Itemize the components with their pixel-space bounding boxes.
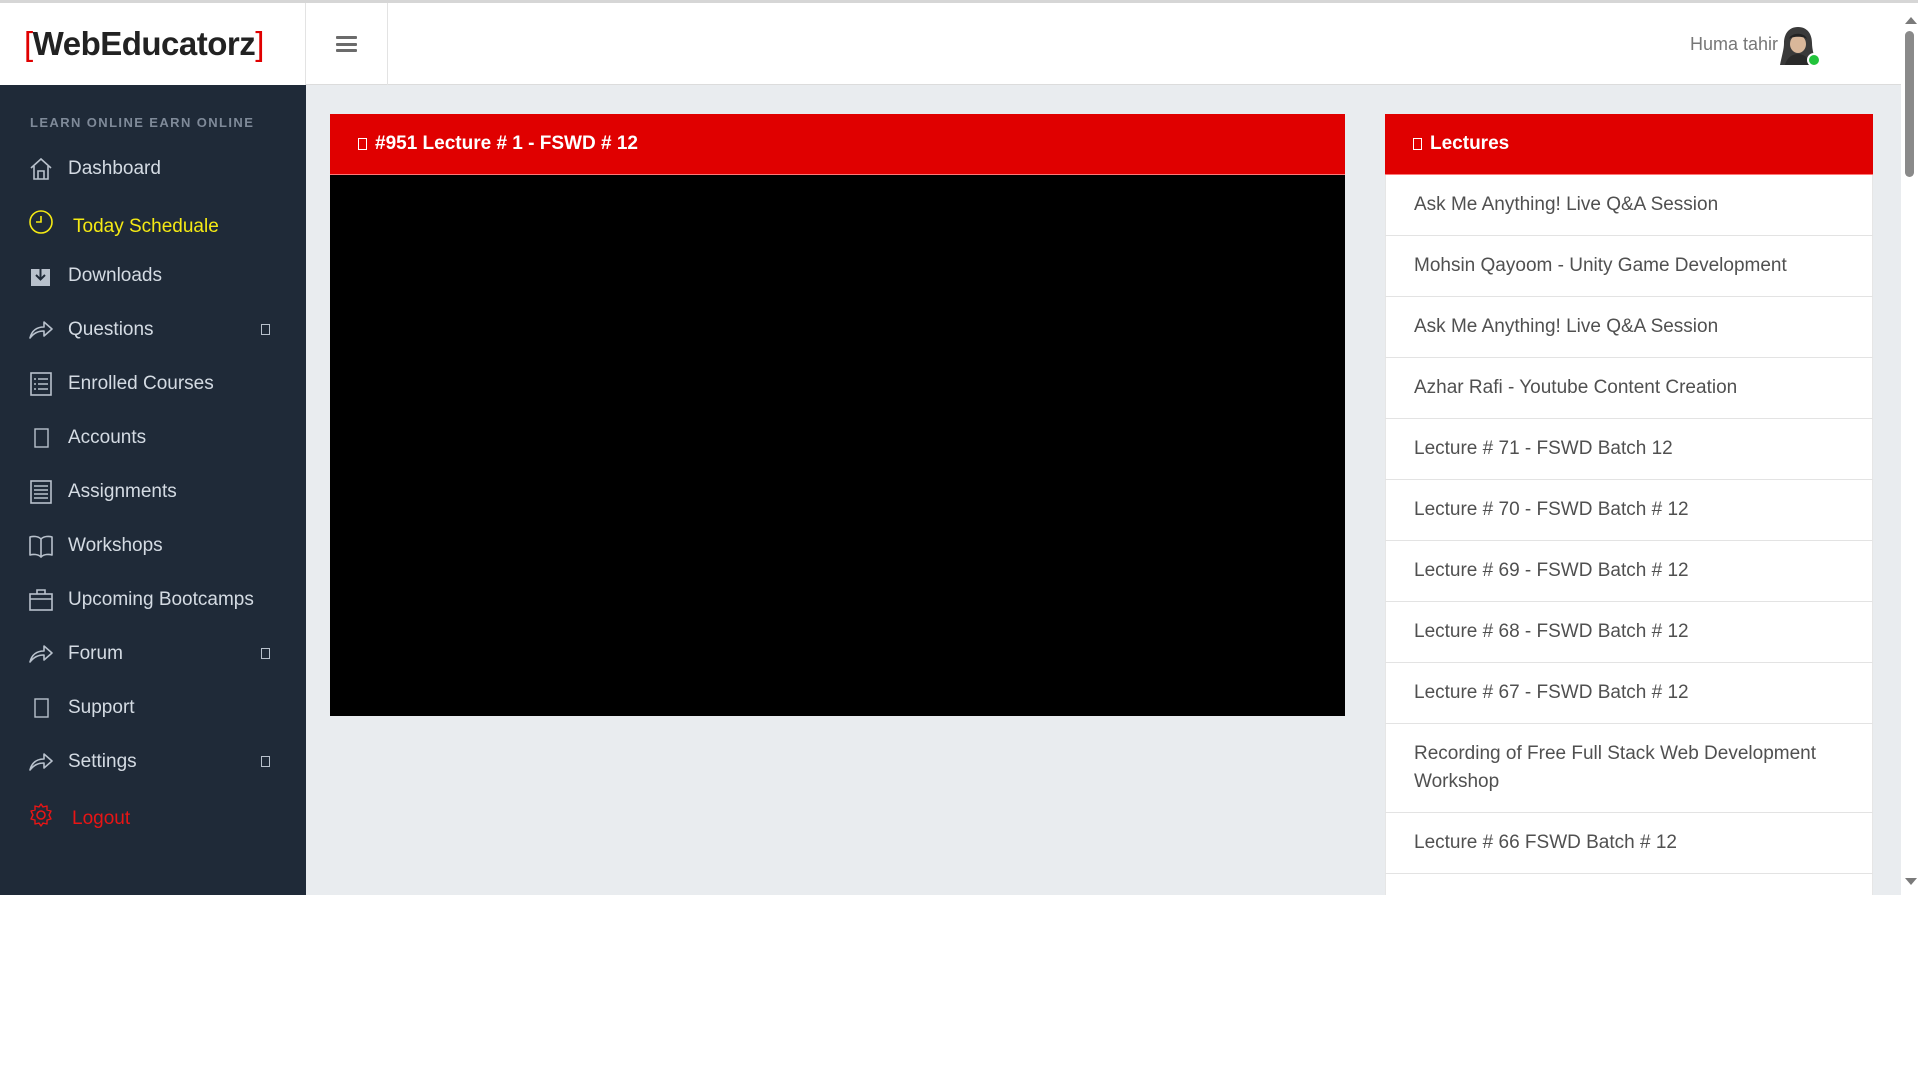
scroll-thumb[interactable] (1905, 31, 1914, 177)
sidebar-item-downloads[interactable]: Downloads (0, 254, 306, 298)
book-icon (29, 535, 53, 558)
video-card-header: #951 Lecture # 1 - FSWD # 12 (330, 114, 1345, 175)
sidebar-item-label: Settings (68, 751, 137, 772)
sidebar-item-label: Logout (72, 808, 131, 829)
logo-area: [WebEducatorz] (0, 3, 306, 85)
sidebar-item-accounts[interactable]: Accounts (0, 416, 306, 460)
lecture-item[interactable]: Mohsin Qayoom - Unity Game Development (1385, 236, 1873, 297)
lecture-item-partial[interactable] (1385, 874, 1873, 895)
briefcase-icon (29, 589, 53, 611)
video-player[interactable] (330, 175, 1345, 716)
sidebar-item-settings[interactable]: Settings (0, 740, 306, 784)
lecture-item[interactable]: Ask Me Anything! Live Q&A Session (1385, 297, 1873, 358)
scroll-down-icon[interactable] (1905, 878, 1917, 885)
sidebar-tagline: LEARN ONLINE EARN ONLINE (30, 115, 255, 130)
lecture-item[interactable]: Ask Me Anything! Live Q&A Session (1385, 175, 1873, 236)
submenu-indicator-icon (261, 648, 270, 659)
document-icon (30, 480, 52, 504)
sidebar-item-label: Workshops (68, 535, 163, 556)
sidebar-item-upcoming-bootcamps[interactable]: Upcoming Bootcamps (0, 578, 306, 622)
brand-logo[interactable]: [WebEducatorz] (24, 25, 264, 63)
submenu-indicator-icon (261, 756, 270, 767)
lectures-list: Ask Me Anything! Live Q&A Session Mohsin… (1385, 175, 1873, 895)
scroll-up-icon[interactable] (1905, 17, 1917, 24)
logo-bracket-open: [ (24, 25, 33, 62)
video-card: #951 Lecture # 1 - FSWD # 12 (330, 114, 1345, 716)
sidebar-item-today-schedule[interactable]: Today Scheduale (0, 205, 306, 249)
sidebar-item-workshops[interactable]: Workshops (0, 524, 306, 568)
top-header: Huma tahir (306, 3, 1901, 85)
sidebar-item-label: Forum (68, 643, 123, 664)
square-icon (34, 698, 49, 718)
list-icon (30, 372, 52, 396)
lecture-item[interactable]: Lecture # 68 - FSWD Batch # 12 (1385, 602, 1873, 663)
clock-icon (29, 210, 53, 234)
sidebar-item-support[interactable]: Support (0, 686, 306, 730)
sidebar-item-questions[interactable]: Questions (0, 308, 306, 352)
share-arrow-icon (29, 753, 53, 771)
menu-toggle-button[interactable] (306, 3, 388, 85)
sidebar-item-assignments[interactable]: Assignments (0, 470, 306, 514)
share-arrow-icon (29, 645, 53, 663)
share-arrow-icon (29, 321, 53, 339)
lectures-card-header: Lectures (1385, 114, 1873, 175)
sidebar-item-label: Downloads (68, 265, 162, 286)
sidebar-item-label: Questions (68, 319, 154, 340)
sidebar-item-label: Support (68, 697, 135, 718)
sidebar-item-label: Enrolled Courses (68, 373, 214, 394)
lecture-item[interactable]: Lecture # 70 - FSWD Batch # 12 (1385, 480, 1873, 541)
square-icon (1413, 138, 1422, 150)
sidebar: LEARN ONLINE EARN ONLINE Dashboard Today… (0, 85, 306, 895)
lecture-item[interactable]: Lecture # 67 - FSWD Batch # 12 (1385, 663, 1873, 724)
page-scrollbar[interactable] (1901, 3, 1918, 895)
lecture-item[interactable]: Azhar Rafi - Youtube Content Creation (1385, 358, 1873, 419)
sidebar-item-forum[interactable]: Forum (0, 632, 306, 676)
logo-bracket-close: ] (255, 25, 264, 62)
hamburger-icon (336, 36, 357, 52)
home-icon (30, 157, 52, 180)
square-icon (358, 138, 367, 150)
lecture-item[interactable]: Recording of Free Full Stack Web Develop… (1385, 724, 1873, 813)
sidebar-item-enrolled-courses[interactable]: Enrolled Courses (0, 362, 306, 406)
submenu-indicator-icon (261, 324, 270, 335)
sidebar-item-dashboard[interactable]: Dashboard (0, 147, 306, 191)
app-window: [WebEducatorz] Huma tahir LEARN ONLINE E… (0, 0, 1918, 895)
user-avatar[interactable] (1779, 25, 1821, 67)
lectures-card: Lectures Ask Me Anything! Live Q&A Sessi… (1385, 114, 1873, 895)
lecture-item[interactable]: Lecture # 69 - FSWD Batch # 12 (1385, 541, 1873, 602)
video-title: #951 Lecture # 1 - FSWD # 12 (375, 133, 638, 154)
sidebar-item-label: Assignments (68, 481, 177, 502)
user-name[interactable]: Huma tahir (1690, 34, 1778, 55)
sidebar-item-label: Dashboard (68, 158, 161, 179)
logo-text: WebEducatorz (32, 25, 256, 62)
lecture-item[interactable]: Lecture # 66 FSWD Batch # 12 (1385, 813, 1873, 874)
sidebar-item-logout[interactable]: Logout (0, 797, 306, 841)
sidebar-item-label: Upcoming Bootcamps (68, 589, 254, 610)
sidebar-item-label: Accounts (68, 427, 147, 448)
download-icon (31, 265, 50, 286)
lecture-item[interactable]: Lecture # 71 - FSWD Batch 12 (1385, 419, 1873, 480)
square-icon (34, 428, 49, 448)
online-status-dot (1807, 53, 1821, 67)
sidebar-item-label: Today Scheduale (73, 216, 219, 237)
lectures-title: Lectures (1430, 133, 1510, 154)
gear-icon (30, 803, 52, 827)
